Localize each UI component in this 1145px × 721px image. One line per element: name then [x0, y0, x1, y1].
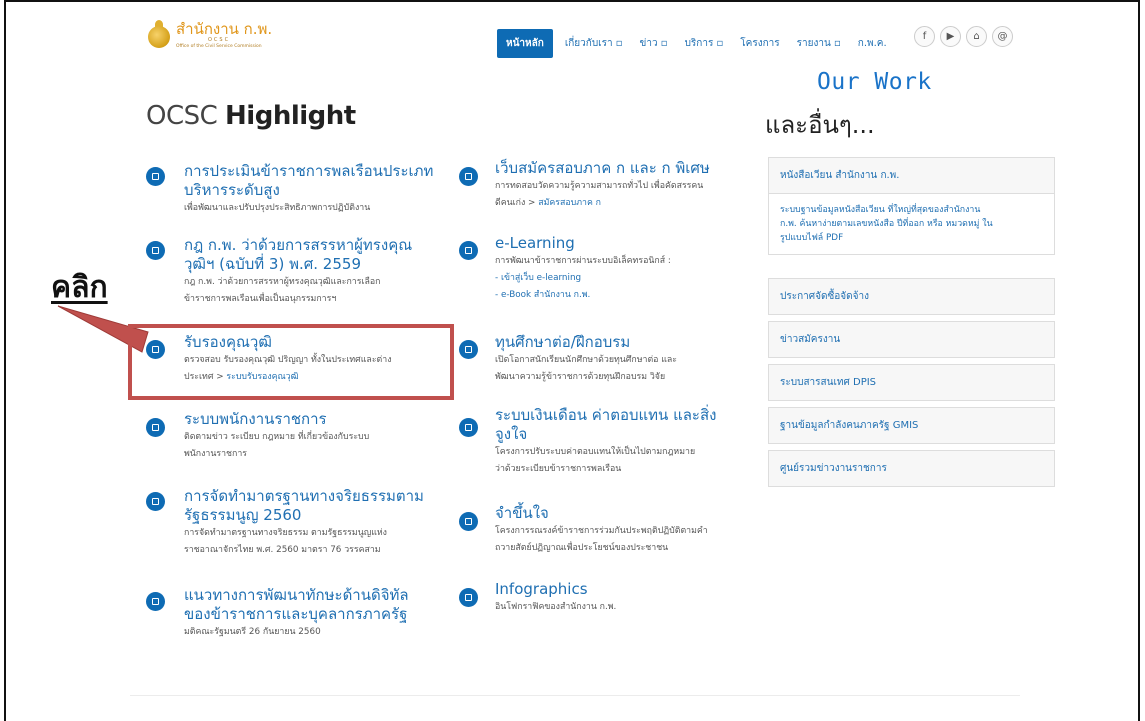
rss-icon[interactable]: ⌂: [966, 26, 987, 47]
item-desc: การพัฒนาข้าราชการผ่านระบบอิเล็คทรอนิกส์ …: [495, 256, 671, 266]
sidebar-item-label: ประกาศจัดซื้อจัดจ้าง: [780, 291, 869, 302]
item-title-link[interactable]: ทุนศึกษาต่อ/ฝึกอบรม: [495, 333, 757, 352]
item-title-link[interactable]: เว็บสมัครสอบภาค ก และ ก พิเศษ: [495, 159, 757, 178]
sidebar-item-jobs[interactable]: ข่าวสมัครงาน: [768, 321, 1055, 358]
nav-home[interactable]: หน้าหลัก: [497, 29, 553, 58]
sidebar-item-label: ศูนย์รวมข่าวงานราชการ: [780, 463, 887, 474]
sidebar-title: และอื่นๆ...: [765, 111, 875, 139]
sidebar-item-gmis[interactable]: ฐานข้อมูลกำลังคนภาครัฐ GMIS: [768, 407, 1055, 444]
sidebar-item-label: ระบบสารสนเทศ DPIS: [780, 377, 877, 388]
bullet-icon: [459, 167, 478, 186]
sidebar-item-label: หนังสือเวียน สำนักงาน ก.พ.: [780, 170, 900, 181]
apply-exam-link[interactable]: สมัครสอบภาค ก: [538, 198, 601, 208]
sidebar-item-label: ข่าวสมัครงาน: [780, 334, 841, 345]
our-work-annotation: Our Work: [817, 69, 932, 95]
nav-reports[interactable]: รายงาน ▫: [797, 36, 841, 51]
list-item: การจัดทำมาตรฐานทางจริยธรรมตาม รัฐธรรมนูญ…: [184, 487, 444, 559]
item-title-link[interactable]: Infographics: [495, 580, 757, 599]
bullet-icon: [459, 241, 478, 260]
item-desc: มติคณะรัฐมนตรี 26 กันยายน 2560: [184, 627, 321, 637]
list-item: จำขึ้นใจ โครงการรณรงค์ข้าราชการร่วมกันปร…: [495, 504, 757, 557]
item-desc: เปิดโอกาสนักเรียนนักศึกษาด้วยทุนศึกษาต่อ…: [495, 355, 678, 382]
nav-news[interactable]: ข่าว ▫: [640, 36, 668, 51]
item-title-link[interactable]: จำขึ้นใจ: [495, 504, 757, 523]
bullet-icon: [459, 512, 478, 531]
nav-services[interactable]: บริการ ▫: [685, 36, 724, 51]
sidebar-item-procurement[interactable]: ประกาศจัดซื้อจัดจ้าง: [768, 278, 1055, 315]
bullet-icon: [459, 588, 478, 607]
bullet-icon: [146, 492, 165, 511]
highlight-box: [128, 324, 454, 400]
sidebar-item-circulars[interactable]: หนังสือเวียน สำนักงาน ก.พ. ระบบฐานข้อมูล…: [768, 157, 1055, 255]
sidebar-item-label: ฐานข้อมูลกำลังคนภาครัฐ GMIS: [780, 420, 919, 431]
footer-divider: [130, 695, 1020, 696]
item-title-link[interactable]: แนวทางการพัฒนาทักษะด้านดิจิทัล ของข้าราช…: [184, 586, 444, 624]
list-item: เว็บสมัครสอบภาค ก และ ก พิเศษ การทดสอบวั…: [495, 159, 757, 212]
item-desc: โครงการปรับระบบค่าตอบแทนให้เป็นไปตามกฎหม…: [495, 447, 696, 474]
list-item: แนวทางการพัฒนาทักษะด้านดิจิทัล ของข้าราช…: [184, 586, 444, 641]
item-desc: การทดสอบวัดความรู้ความสามารถทั่วไป เพื่อ…: [495, 181, 704, 208]
item-desc: โครงการรณรงค์ข้าราชการร่วมกันประพฤติปฏิบ…: [495, 526, 708, 553]
social-links: f ▶ ⌂ @: [914, 26, 1018, 47]
list-item: ทุนศึกษาต่อ/ฝึกอบรม เปิดโอกาสนักเรียนนัก…: [495, 333, 757, 386]
nav-about[interactable]: เกี่ยวกับเรา ▫: [565, 36, 623, 51]
list-item: e-Learning การพัฒนาข้าราชการผ่านระบบอิเล…: [495, 234, 757, 304]
item-title-link[interactable]: การจัดทำมาตรฐานทางจริยธรรมตาม รัฐธรรมนูญ…: [184, 487, 444, 525]
email-icon[interactable]: @: [992, 26, 1013, 47]
bullet-icon: [459, 418, 478, 437]
item-title-link[interactable]: ระบบเงินเดือน ค่าตอบแทน และสิ่ง จูงใจ: [495, 406, 757, 444]
nav-projects[interactable]: โครงการ: [740, 36, 779, 51]
youtube-icon[interactable]: ▶: [940, 26, 961, 47]
sidebar-item-dpis[interactable]: ระบบสารสนเทศ DPIS: [768, 364, 1055, 401]
sidebar-item-desc: ระบบฐานข้อมูลหนังสือเวียน ที่ใหญ่ที่สุดข…: [769, 193, 1054, 254]
list-item: ระบบเงินเดือน ค่าตอบแทน และสิ่ง จูงใจ โค…: [495, 406, 757, 478]
main-nav: หน้าหลัก เกี่ยวกับเรา ▫ ข่าว ▫ บริการ ▫ …: [497, 29, 904, 58]
bullet-icon: [459, 340, 478, 359]
item-desc: อินโฟกราฟิคของสำนักงาน ก.พ.: [495, 602, 617, 612]
item-desc: การจัดทำมาตรฐานทางจริยธรรม ตามรัฐธรรมนูญ…: [184, 528, 387, 555]
bullet-icon: [146, 418, 165, 437]
bullet-icon: [146, 592, 165, 611]
facebook-icon[interactable]: f: [914, 26, 935, 47]
sidebar-item-gov-jobs[interactable]: ศูนย์รวมข่าวงานราชการ: [768, 450, 1055, 487]
elearning-link[interactable]: - เข้าสู่เว็บ e-learning: [495, 270, 757, 287]
item-title-link[interactable]: e-Learning: [495, 234, 757, 253]
nav-opsc[interactable]: ก.พ.ค.: [858, 36, 887, 51]
ebook-link[interactable]: - e-Book สำนักงาน ก.พ.: [495, 287, 757, 304]
item-desc: ติดตามข่าว ระเบียบ กฎหมาย ที่เกี่ยวข้องก…: [184, 432, 370, 459]
list-item: Infographics อินโฟกราฟิคของสำนักงาน ก.พ.: [495, 580, 757, 616]
